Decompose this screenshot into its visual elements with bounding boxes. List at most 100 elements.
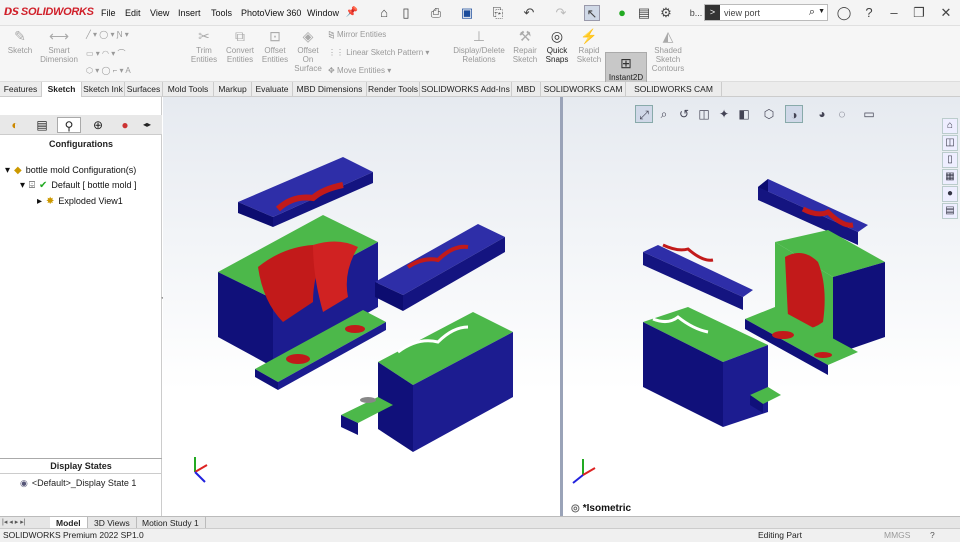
new-document-icon[interactable]: ▯ — [398, 5, 414, 21]
tab-solidworks-cam[interactable]: SOLIDWORKS CAM — [541, 82, 626, 97]
rebuild-traffic-light-icon[interactable]: ● — [614, 5, 630, 21]
pin-icon[interactable]: 📌 — [344, 5, 360, 21]
save-icon[interactable]: ▣ — [459, 5, 475, 21]
smart-dimension-button[interactable]: ⟷ Smart Dimension — [38, 28, 80, 64]
open-folder-icon[interactable]: ⎙ — [428, 5, 444, 21]
move-entities-button[interactable]: ✥ Move Entities ▾ — [328, 66, 391, 75]
redo-icon[interactable]: ↷ — [553, 5, 569, 21]
menu-view[interactable]: View — [150, 8, 169, 18]
expand-arrow-icon[interactable]: ▾ — [20, 180, 25, 191]
linear-pattern-button[interactable]: ⋮⋮ Linear Sketch Pattern ▾ — [328, 48, 429, 57]
options-gear-icon[interactable]: ⚙ — [658, 5, 674, 21]
dynamic-annotation-icon[interactable]: ✦ — [715, 105, 733, 123]
tab-mold-tools[interactable]: Mold Tools — [163, 82, 214, 97]
tab-scroll-arrows-icon[interactable]: ◂▸ — [137, 117, 157, 133]
shaded-sketch-contours-button[interactable]: ◭ Shaded Sketch Contours — [650, 28, 686, 73]
trim-entities-button[interactable]: ✂ Trim Entities — [188, 28, 220, 64]
rapid-sketch-button[interactable]: ⚡ Rapid Sketch — [575, 28, 603, 64]
solidworks-logo[interactable]: 𝘿𝙎 SOLIDWORKS — [4, 6, 94, 18]
polygon-tools-icon[interactable]: ⬡ ▾ ◯ ⌐ ▾ A — [86, 66, 131, 75]
chevron-down-icon[interactable]: ▼ — [818, 8, 825, 15]
display-delete-relations-button[interactable]: ⊥ Display/Delete Relations — [450, 28, 508, 64]
tab-surfaces[interactable]: Surfaces — [125, 82, 163, 97]
status-units[interactable]: MMGS — [884, 529, 910, 542]
appearance-tab-icon[interactable]: ● — [113, 117, 137, 133]
tab-markup[interactable]: Markup — [214, 82, 252, 97]
graphics-viewport[interactable]: ⤢ ⌕ ↺ ◫ ✦ ◧ ⬡ ◑ ◕ ◌ ▭ – ❐ ✕ — [163, 97, 960, 516]
search-input[interactable]: view port — [724, 8, 760, 18]
tab-render-tools[interactable]: Render Tools — [367, 82, 420, 97]
display-style-icon[interactable]: ⬡ — [760, 105, 778, 123]
tab-sketch[interactable]: Sketch — [42, 82, 82, 97]
apply-scene-icon[interactable]: ◌ — [833, 105, 851, 123]
zoom-to-fit-icon[interactable]: ⤢ — [635, 105, 653, 123]
exploded-view-item[interactable]: ▸ ✸ Exploded View1 — [37, 196, 123, 207]
line-tools-icon[interactable]: ╱ ▾ ◯ ▾ Ɲ ▾ — [86, 30, 129, 39]
tab-solidworks-cam-tbm[interactable]: SOLIDWORKS CAM TBM — [626, 82, 722, 109]
left-view-model[interactable] — [218, 157, 513, 452]
viewport-splitter[interactable] — [560, 97, 563, 516]
tab-solidworks-add-ins[interactable]: SOLIDWORKS Add-Ins — [420, 82, 512, 97]
convert-entities-button[interactable]: ⧉ Convert Entities — [222, 28, 258, 64]
viewport-close-icon[interactable]: ✕ — [944, 97, 952, 98]
minimize-icon[interactable]: – — [886, 5, 902, 21]
viewport-minimize-icon[interactable]: – — [900, 97, 906, 98]
user-account-icon[interactable]: ◯ — [836, 5, 852, 21]
mirror-entities-button[interactable]: ⧎ Mirror Entities — [328, 30, 386, 39]
feature-manager-tab-icon[interactable]: ◐ — [3, 117, 27, 133]
menu-insert[interactable]: Insert — [178, 8, 201, 18]
home-icon[interactable]: ⌂ — [376, 5, 392, 21]
expand-arrow-icon[interactable]: ▾ — [5, 165, 10, 176]
viewport-restore-icon[interactable]: ❐ — [919, 97, 928, 98]
configuration-manager-tab-icon[interactable]: ⚲ — [57, 117, 81, 133]
display-state-item[interactable]: ◉ <Default>_Display State 1 — [20, 478, 136, 489]
help-icon-status[interactable]: ? — [930, 529, 935, 542]
dimxpert-tab-icon[interactable]: ⊕ — [86, 117, 110, 133]
previous-view-icon[interactable]: ↺ — [675, 105, 693, 123]
rectangle-tools-icon[interactable]: ▭ ▾ ◠ ▾ ⌒ — [86, 48, 125, 59]
file-explorer-icon[interactable]: ▯ — [942, 152, 958, 168]
tab-evaluate[interactable]: Evaluate — [252, 82, 293, 97]
solidworks-resources-icon[interactable]: ⌂ — [942, 118, 958, 134]
zoom-to-area-icon[interactable]: ⌕ — [655, 105, 673, 123]
repair-sketch-button[interactable]: ⚒ Repair Sketch — [510, 28, 540, 64]
close-icon[interactable]: ✕ — [938, 5, 954, 21]
design-library-icon[interactable]: ◫ — [942, 135, 958, 151]
edit-appearance-icon[interactable]: ◕ — [813, 105, 831, 123]
toolbar-overflow[interactable]: b... — [686, 5, 706, 21]
file-properties-icon[interactable]: ▤ — [636, 5, 652, 21]
appearances-icon[interactable]: ● — [942, 186, 958, 202]
menu-photoview[interactable]: PhotoView 360 — [241, 8, 301, 18]
custom-properties-icon[interactable]: ▤ — [942, 203, 958, 219]
menu-file[interactable]: File — [101, 8, 116, 18]
search-icon[interactable]: ⌕ — [809, 6, 815, 19]
sketch-button[interactable]: ✎ Sketch — [4, 28, 36, 55]
undo-icon[interactable]: ↶ — [521, 5, 537, 21]
tab-mbd[interactable]: MBD — [512, 82, 541, 97]
tab-features[interactable]: Features — [0, 82, 42, 97]
menu-edit[interactable]: Edit — [125, 8, 141, 18]
display-state-icon: ◉ — [20, 478, 28, 488]
restore-icon[interactable]: ❐ — [911, 5, 927, 21]
property-manager-tab-icon[interactable]: ▤ — [30, 117, 54, 133]
section-view-icon[interactable]: ◫ — [695, 105, 713, 123]
config-root[interactable]: ▾ ◆ bottle mold Configuration(s) — [5, 165, 136, 176]
offset-entities-button[interactable]: ⊡ Offset Entities — [259, 28, 291, 64]
view-palette-icon[interactable]: ▦ — [942, 169, 958, 185]
tab-mbd-dimensions[interactable]: MBD Dimensions — [293, 82, 367, 97]
config-default[interactable]: ▾ ⌹ ✔ Default [ bottle mold ] — [20, 180, 136, 191]
quick-snaps-button[interactable]: ◎ Quick Snaps — [543, 28, 571, 64]
view-settings-icon[interactable]: ▭ — [860, 105, 878, 123]
hide-show-items-icon[interactable]: ◑ — [785, 105, 803, 123]
collapse-arrow-icon[interactable]: ▸ — [37, 196, 42, 207]
tab-sketch-ink[interactable]: Sketch Ink — [82, 82, 125, 97]
right-view-model[interactable] — [643, 179, 885, 427]
select-cursor-icon[interactable]: ↖ — [584, 5, 600, 21]
menu-window[interactable]: Window — [307, 8, 339, 18]
print-icon[interactable]: ⎘ — [490, 5, 506, 21]
view-orientation-icon[interactable]: ◧ — [735, 105, 753, 123]
menu-tools[interactable]: Tools — [211, 8, 232, 18]
search-box[interactable]: > view port ⌕ ▼ — [704, 4, 828, 21]
offset-on-surface-button[interactable]: ◈ Offset On Surface — [293, 28, 323, 73]
help-icon[interactable]: ? — [861, 5, 877, 21]
